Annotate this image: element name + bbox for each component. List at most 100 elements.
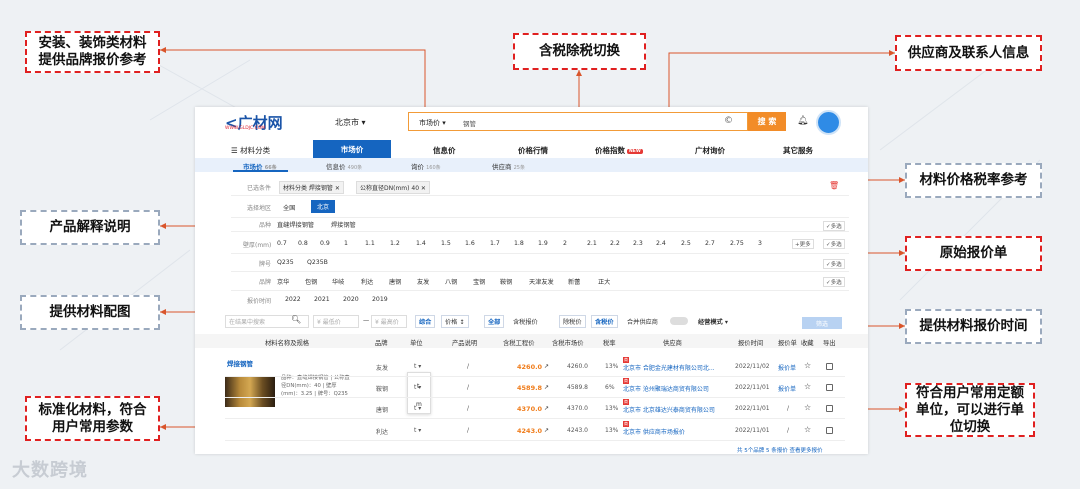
city-selector[interactable]: 北京市 ▾ — [335, 117, 366, 128]
nav-info-price[interactable]: 信息价 — [433, 145, 456, 156]
brand-option[interactable]: 友发 — [417, 277, 429, 286]
row-supplier[interactable]: 北京市 北京雄达兴泰商贸有限公司 — [623, 405, 715, 414]
row-supplier[interactable]: 北京市 沧州聚瑞达商贸有限公司 — [623, 384, 709, 393]
grade-option[interactable]: Q235 — [277, 259, 294, 266]
trend-icon[interactable]: ↗ — [544, 384, 549, 391]
spec-option[interactable]: 1.5 — [441, 240, 451, 247]
trash-icon[interactable]: 🗑︎ — [829, 181, 839, 190]
brand-option[interactable]: 华岐 — [332, 277, 344, 286]
row-quote-link[interactable]: 报价单 — [778, 363, 796, 372]
spec-option[interactable]: 2.2 — [610, 240, 620, 247]
region-beijing[interactable]: 北京 — [311, 200, 335, 213]
trend-icon[interactable]: ↗ — [544, 363, 549, 370]
time-option[interactable]: 2021 — [314, 296, 330, 303]
category-menu[interactable]: ☰ 材料分类 — [231, 145, 270, 156]
spec-option[interactable]: 1.6 — [465, 240, 475, 247]
region-all[interactable]: 全国 — [283, 203, 295, 212]
spec-option[interactable]: 1.4 — [416, 240, 426, 247]
multi-select-button[interactable]: ✓多选 — [823, 221, 845, 231]
nav-market-price[interactable]: 市场价 — [313, 140, 391, 158]
multi-select-button[interactable]: ✓多选 — [823, 239, 845, 249]
more-button[interactable]: +更多 — [792, 239, 814, 249]
min-price-input[interactable]: ¥ 最低价 — [313, 315, 359, 328]
row-unit-select[interactable]: t ▾ — [414, 384, 421, 391]
export-checkbox[interactable] — [826, 405, 833, 412]
export-checkbox[interactable] — [826, 427, 833, 434]
merge-switch[interactable] — [670, 317, 688, 325]
search-type-dropdown[interactable]: 市场价 ▾ — [419, 118, 446, 128]
filter-all-button[interactable]: 全部 — [484, 315, 505, 328]
time-option[interactable]: 2019 — [372, 296, 388, 303]
spec-option[interactable]: 0.9 — [320, 240, 330, 247]
search-button[interactable]: 搜 索 — [748, 112, 786, 131]
spec-option[interactable]: 0.7 — [277, 240, 287, 247]
spec-option[interactable]: 3 — [758, 240, 762, 247]
brand-option[interactable]: 正大 — [598, 277, 610, 286]
subtab-info[interactable]: 信息价 490条 — [326, 161, 362, 171]
selected-chip[interactable]: 材料分类 焊接钢管 ✕ — [279, 181, 344, 194]
name-option[interactable]: 直缝焊接钢管 — [277, 220, 314, 229]
bell-icon[interactable]: 🔔︎ — [797, 116, 808, 126]
sort-all-button[interactable]: 综合 — [415, 315, 436, 328]
merge-supplier-toggle[interactable]: 合并供应商 — [627, 317, 658, 326]
more-quotes-link[interactable]: 共 5个品牌 5 条报价 查看更多报价 — [737, 446, 823, 454]
star-icon[interactable]: ☆ — [804, 382, 811, 391]
brand-option[interactable]: 鞍钢 — [500, 277, 512, 286]
time-option[interactable]: 2022 — [285, 296, 301, 303]
spec-option[interactable]: 0.8 — [298, 240, 308, 247]
star-icon[interactable]: ☆ — [804, 425, 811, 434]
brand-option[interactable]: 天津友发 — [529, 277, 554, 286]
search-icon[interactable]: 🔍︎ — [291, 315, 301, 324]
spec-option[interactable]: 1.2 — [390, 240, 400, 247]
brand-option[interactable]: 利达 — [361, 277, 373, 286]
nav-inquiry[interactable]: 广材询价 — [695, 145, 725, 156]
multi-select-button[interactable]: ✓多选 — [823, 277, 845, 287]
spec-option[interactable]: 2.5 — [681, 240, 691, 247]
trend-icon[interactable]: ↗ — [544, 405, 549, 412]
spec-option[interactable]: 2.3 — [633, 240, 643, 247]
spec-option[interactable]: 2 — [563, 240, 567, 247]
export-checkbox[interactable] — [826, 363, 833, 370]
brand-option[interactable]: 唐钢 — [389, 277, 401, 286]
spec-option[interactable]: 2.1 — [587, 240, 597, 247]
star-icon[interactable]: ☆ — [804, 361, 811, 370]
brand-option[interactable]: 包钢 — [305, 277, 317, 286]
avatar[interactable] — [816, 110, 841, 135]
grade-option[interactable]: Q235B — [307, 259, 328, 266]
star-icon[interactable]: ☆ — [804, 403, 811, 412]
brand-option[interactable]: 新蕾 — [568, 277, 580, 286]
spec-option[interactable]: 1.1 — [365, 240, 375, 247]
row-unit-select[interactable]: t ▾ — [414, 427, 421, 434]
nav-price-index[interactable]: 价格指数 NEW — [595, 145, 643, 156]
spec-option[interactable]: 2.7 — [705, 240, 715, 247]
selected-chip[interactable]: 公称直径DN(mm) 40 ✕ — [356, 181, 430, 194]
ex-tax-price-toggle[interactable]: 除税价 — [559, 315, 586, 328]
nav-other-services[interactable]: 其它服务 — [783, 145, 813, 156]
sort-price-button[interactable]: 价格 ↕ — [441, 315, 469, 328]
trend-icon[interactable]: ↗ — [544, 427, 549, 434]
name-option[interactable]: 焊接钢管 — [331, 220, 356, 229]
nav-price-trend[interactable]: 价格行情 — [518, 145, 548, 156]
brand-option[interactable]: 八钢 — [445, 277, 457, 286]
spec-option[interactable]: 1.7 — [490, 240, 500, 247]
subtab-inquiry[interactable]: 询价 160条 — [411, 161, 441, 171]
product-name[interactable]: 焊接钢管 — [227, 358, 253, 368]
row-unit-select[interactable]: t ▾ — [414, 405, 421, 412]
multi-select-button[interactable]: ✓多选 — [823, 259, 845, 269]
spec-option[interactable]: 1 — [344, 240, 348, 247]
brand-option[interactable]: 京华 — [277, 277, 289, 286]
incl-tax-price-toggle[interactable]: 含税价 — [591, 315, 618, 328]
row-unit-select[interactable]: t ▾ — [414, 363, 421, 370]
spec-option[interactable]: 1.9 — [538, 240, 548, 247]
with-tax-quote-button[interactable]: 含税报价 — [513, 317, 538, 326]
business-mode-dropdown[interactable]: 经营模式 ▾ — [698, 317, 728, 326]
brand-option[interactable]: 宝钢 — [473, 277, 485, 286]
spec-option[interactable]: 2.75 — [730, 240, 744, 247]
max-price-input[interactable]: ¥ 最高价 — [371, 315, 407, 328]
search-input[interactable]: 钢管 — [463, 118, 476, 128]
search-bar[interactable] — [408, 112, 748, 131]
subtab-supplier[interactable]: 供应商 25条 — [492, 161, 525, 171]
row-supplier[interactable]: 北京市 供应商市场报价 — [623, 427, 685, 436]
camera-icon[interactable]: © — [724, 116, 733, 126]
spec-option[interactable]: 1.8 — [514, 240, 524, 247]
